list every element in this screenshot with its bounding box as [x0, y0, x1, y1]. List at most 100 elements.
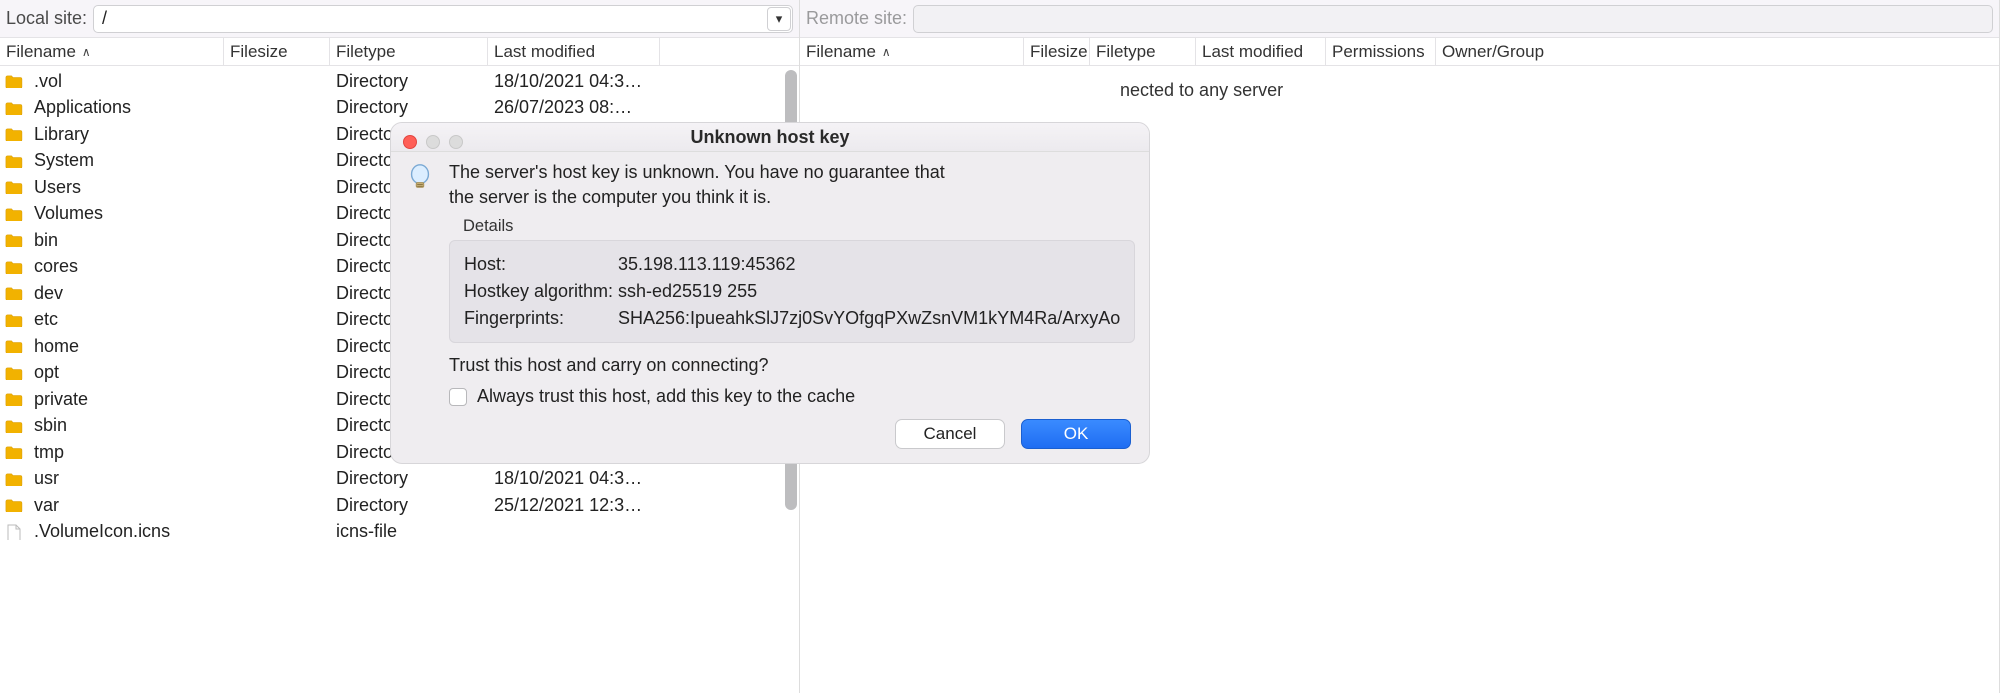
- window-zoom-button[interactable]: [449, 135, 463, 149]
- remote-site-label: Remote site:: [806, 8, 907, 29]
- details-box: Host: 35.198.113.119:45362 Hostkey algor…: [449, 240, 1135, 343]
- file-name: home: [28, 336, 224, 357]
- window-controls: [403, 135, 463, 149]
- remote-header-permissions[interactable]: Permissions: [1326, 38, 1436, 65]
- table-row[interactable]: usrDirectory18/10/2021 04:3…: [0, 466, 799, 493]
- folder-icon: [0, 313, 28, 327]
- file-type: Directory: [330, 495, 488, 516]
- folder-icon: [0, 392, 28, 406]
- folder-icon: [0, 207, 28, 221]
- header-label: Filesize: [1030, 42, 1088, 62]
- file-name: dev: [28, 283, 224, 304]
- local-headers: Filename ∧ Filesize Filetype Last modifi…: [0, 38, 799, 66]
- window-minimize-button[interactable]: [426, 135, 440, 149]
- dialog-title: Unknown host key: [391, 127, 1149, 148]
- folder-icon: [0, 260, 28, 274]
- folder-icon: [0, 101, 28, 115]
- button-label: OK: [1064, 424, 1089, 444]
- dialog-icon-wrap: [405, 160, 435, 407]
- remote-header-filename[interactable]: Filename ∧: [800, 38, 1024, 65]
- detail-label: Fingerprints:: [464, 305, 614, 332]
- local-site-input[interactable]: [93, 5, 793, 33]
- table-row[interactable]: var Directory25/12/2021 12:3…: [0, 492, 799, 519]
- table-row[interactable]: ApplicationsDirectory26/07/2023 08:…: [0, 95, 799, 122]
- trust-question: Trust this host and carry on connecting?: [449, 355, 1135, 376]
- dialog-body: The server's host key is unknown. You ha…: [391, 152, 1149, 419]
- detail-value-fingerprint: SHA256:IpueahkSlJ7zj0SvYOfgqPXwZsnVM1kYM…: [618, 305, 1120, 332]
- file-name: sbin: [28, 415, 224, 436]
- chevron-down-icon: ▾: [776, 11, 783, 27]
- folder-icon: [0, 74, 28, 88]
- local-site-label: Local site:: [6, 8, 87, 29]
- local-site-bar: Local site: ▾: [0, 0, 799, 38]
- detail-label: Hostkey algorithm:: [464, 278, 614, 305]
- file-name: var: [28, 495, 224, 516]
- lightbulb-icon: [405, 162, 435, 192]
- header-label: Last modified: [1202, 42, 1303, 62]
- header-label: Filesize: [230, 42, 288, 62]
- file-type: Directory: [330, 97, 488, 118]
- detail-value-host: 35.198.113.119:45362: [618, 251, 1120, 278]
- always-trust-checkbox[interactable]: [449, 388, 467, 406]
- file-name: etc: [28, 309, 224, 330]
- remote-headers: Filename ∧ Filesize Filetype Last modifi…: [800, 38, 1999, 66]
- dialog-message-line: the server is the computer you think it …: [449, 187, 771, 207]
- file-name: .vol: [28, 71, 224, 92]
- file-name: cores: [28, 256, 224, 277]
- remote-header-filesize[interactable]: Filesize: [1024, 38, 1090, 65]
- file-name: Users: [28, 177, 224, 198]
- header-label: Permissions: [1332, 42, 1425, 62]
- remote-site-input-wrap: [913, 5, 1993, 33]
- file-type: Directory: [330, 468, 488, 489]
- remote-header-owner[interactable]: Owner/Group: [1436, 38, 1999, 65]
- file-name: usr: [28, 468, 224, 489]
- local-header-filesize[interactable]: Filesize: [224, 38, 330, 65]
- folder-icon: [0, 472, 28, 486]
- local-header-lastmodified[interactable]: Last modified: [488, 38, 660, 65]
- file-name: System: [28, 150, 224, 171]
- local-site-input-wrap: ▾: [93, 5, 793, 33]
- file-name: .VolumeIcon.icns: [28, 521, 224, 542]
- detail-row-fingerprint: Fingerprints: SHA256:IpueahkSlJ7zj0SvYOf…: [464, 305, 1120, 332]
- detail-value-algorithm: ssh-ed25519 255: [618, 278, 1120, 305]
- file-modified: 26/07/2023 08:…: [488, 97, 768, 118]
- remote-header-filetype[interactable]: Filetype: [1090, 38, 1196, 65]
- header-label: Filename: [6, 42, 76, 62]
- table-row[interactable]: .volDirectory18/10/2021 04:3…: [0, 68, 799, 95]
- always-trust-row[interactable]: Always trust this host, add this key to …: [449, 386, 1135, 407]
- folder-icon: [0, 498, 28, 512]
- file-name: Volumes: [28, 203, 224, 224]
- always-trust-label: Always trust this host, add this key to …: [477, 386, 855, 407]
- folder-icon: [0, 419, 28, 433]
- dialog-buttons: Cancel OK: [391, 419, 1149, 463]
- folder-icon: [0, 180, 28, 194]
- local-header-filetype[interactable]: Filetype: [330, 38, 488, 65]
- folder-icon: [0, 127, 28, 141]
- remote-header-lastmodified[interactable]: Last modified: [1196, 38, 1326, 65]
- window-close-button[interactable]: [403, 135, 417, 149]
- header-label: Filetype: [1096, 42, 1156, 62]
- folder-icon: [0, 286, 28, 300]
- sort-asc-icon: ∧: [82, 45, 91, 59]
- remote-empty-message: nected to any server: [800, 66, 1999, 101]
- cancel-button[interactable]: Cancel: [895, 419, 1005, 449]
- folder-icon: [0, 233, 28, 247]
- remote-site-input[interactable]: [913, 5, 1993, 33]
- local-header-spacer: [660, 38, 799, 65]
- dialog-message: The server's host key is unknown. You ha…: [449, 160, 1135, 209]
- local-header-filename[interactable]: Filename ∧: [0, 38, 224, 65]
- file-modified: 25/12/2021 12:3…: [488, 495, 768, 516]
- details-heading: Details: [463, 217, 1135, 236]
- folder-icon: [0, 339, 28, 353]
- local-site-dropdown-button[interactable]: ▾: [767, 7, 791, 31]
- folder-icon: [0, 366, 28, 380]
- file-type: icns-file: [330, 521, 488, 542]
- file-icon: [0, 524, 28, 540]
- header-label: Filename: [806, 42, 876, 62]
- ok-button[interactable]: OK: [1021, 419, 1131, 449]
- table-row[interactable]: .VolumeIcon.icns icns-file: [0, 519, 799, 546]
- file-modified: 18/10/2021 04:3…: [488, 71, 768, 92]
- detail-label: Host:: [464, 251, 614, 278]
- dialog-content: The server's host key is unknown. You ha…: [449, 160, 1135, 407]
- button-label: Cancel: [924, 424, 977, 444]
